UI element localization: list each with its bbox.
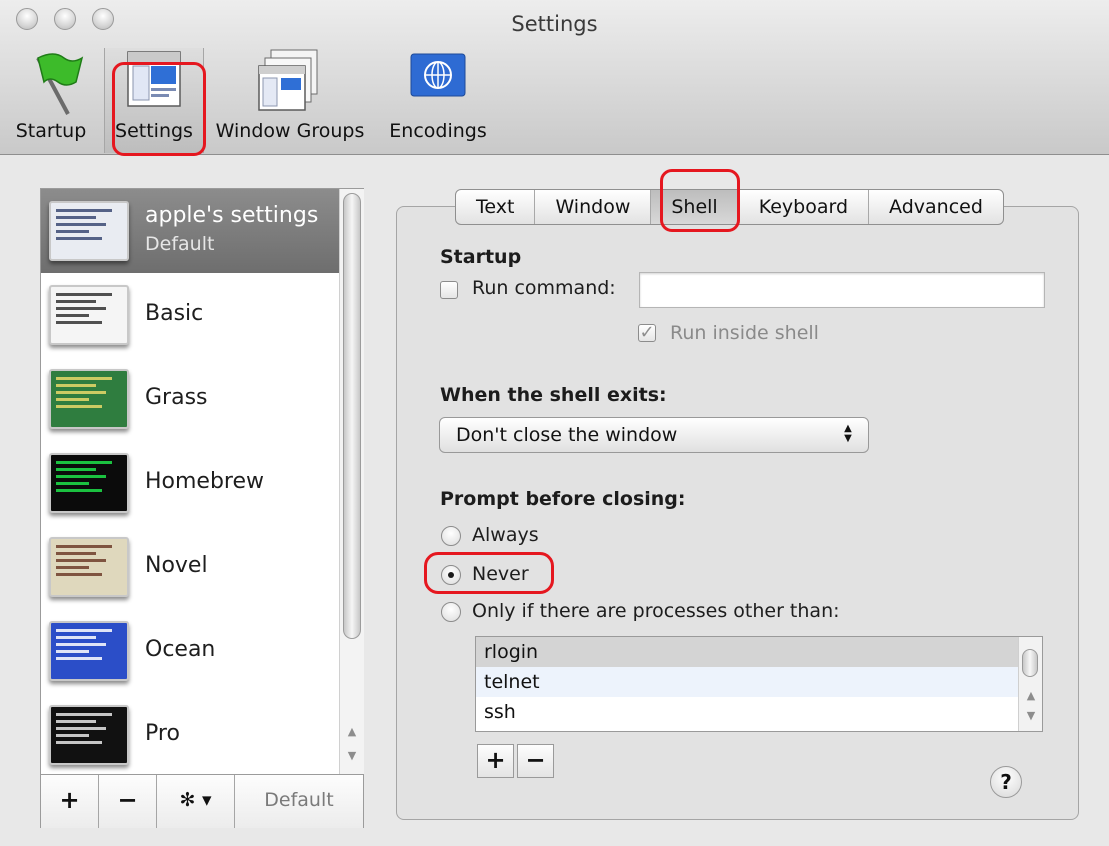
toolbar-settings[interactable]: Settings xyxy=(104,48,204,153)
profile-item[interactable]: Novel xyxy=(41,525,339,609)
profile-default-label: Default xyxy=(145,233,215,255)
process-scroll-up-icon[interactable]: ▲ xyxy=(1023,689,1039,702)
process-row[interactable]: telnet xyxy=(476,667,1042,697)
tab-shell[interactable]: Shell xyxy=(651,190,739,224)
window-title: Settings xyxy=(511,12,598,36)
profile-item[interactable]: Basic xyxy=(41,273,339,357)
startup-section-header: Startup xyxy=(440,246,522,268)
profile-name: Basic xyxy=(145,301,204,326)
toolbar-encodings-label: Encodings xyxy=(389,120,487,142)
profile-name: Novel xyxy=(145,553,208,578)
profile-thumbnail xyxy=(49,369,129,429)
toolbar-startup[interactable]: Startup xyxy=(4,48,98,153)
profile-list-scrollbar[interactable]: ▲ ▼ xyxy=(339,189,364,774)
run-inside-shell-label: Run inside shell xyxy=(670,322,819,344)
toolbar-window-groups[interactable]: Window Groups xyxy=(206,48,374,153)
scrollbar-thumb[interactable] xyxy=(343,193,361,639)
profile-name: apple's settings xyxy=(145,203,319,228)
toolbar-encodings[interactable]: Encodings xyxy=(384,48,492,153)
profile-name: Pro xyxy=(145,721,180,746)
process-list-scrollbar[interactable]: ▲ ▼ xyxy=(1018,637,1042,731)
profile-item[interactable]: Homebrew xyxy=(41,441,339,525)
tab-window[interactable]: Window xyxy=(535,190,652,224)
process-scroll-down-icon[interactable]: ▼ xyxy=(1023,709,1039,722)
radio-only-if-processes[interactable] xyxy=(441,602,461,622)
process-scrollbar-thumb[interactable] xyxy=(1022,649,1038,677)
profile-thumbnail xyxy=(49,201,129,261)
toolbar-startup-label: Startup xyxy=(15,120,87,142)
shell-exit-selected-value: Don't close the window xyxy=(456,424,678,446)
tab-keyboard[interactable]: Keyboard xyxy=(739,190,870,224)
profile-thumbnail xyxy=(49,621,129,681)
profile-list[interactable]: apple's settings Default Basic Grass Homebre… xyxy=(41,189,339,774)
default-profile-button[interactable]: Default xyxy=(235,775,363,828)
run-command-checkbox[interactable] xyxy=(440,281,458,299)
settings-tabbar: Text Window Shell Keyboard Advanced xyxy=(455,189,1004,225)
remove-profile-button[interactable]: − xyxy=(99,775,157,828)
help-button[interactable]: ? xyxy=(990,766,1022,798)
radio-always[interactable] xyxy=(441,526,461,546)
tab-text[interactable]: Text xyxy=(456,190,536,224)
profile-thumbnail xyxy=(49,537,129,597)
radio-never-label: Never xyxy=(472,563,529,585)
title-toolbar: Settings Startup Settings Window Groups … xyxy=(0,0,1109,155)
profile-item[interactable]: Pro xyxy=(41,693,339,774)
add-process-button[interactable]: + xyxy=(477,744,514,778)
settings-window: Settings Startup Settings Window Groups … xyxy=(0,0,1109,846)
profile-name: Homebrew xyxy=(145,469,265,494)
add-profile-button[interactable]: + xyxy=(41,775,99,828)
scroll-down-icon[interactable]: ▼ xyxy=(344,749,360,762)
settings-window-icon xyxy=(127,51,181,107)
process-row[interactable]: ssh xyxy=(476,697,1042,727)
run-inside-shell-checkbox[interactable]: ✓ xyxy=(638,324,656,342)
process-row[interactable]: rlogin xyxy=(476,637,1042,667)
prompt-before-closing-header: Prompt before closing: xyxy=(440,488,686,510)
profile-name: Grass xyxy=(145,385,208,410)
shell-exit-popup[interactable]: Don't close the window ▲ ▼ xyxy=(439,417,869,453)
green-flag-icon xyxy=(36,53,84,115)
run-command-field[interactable] xyxy=(639,272,1045,308)
scroll-up-icon[interactable]: ▲ xyxy=(344,725,360,738)
tab-advanced[interactable]: Advanced xyxy=(869,190,1003,224)
profile-item[interactable]: Ocean xyxy=(41,609,339,693)
remove-process-button[interactable]: − xyxy=(517,744,554,778)
profile-item[interactable]: apple's settings Default xyxy=(41,189,339,273)
radio-always-label: Always xyxy=(472,524,539,546)
profile-name: Ocean xyxy=(145,637,216,662)
profile-item[interactable]: Grass xyxy=(41,357,339,441)
profile-thumbnail xyxy=(49,453,129,513)
toolbar-window-groups-label: Window Groups xyxy=(215,120,365,142)
toolbar-settings-label: Settings xyxy=(115,120,193,142)
window-groups-icon xyxy=(258,49,318,111)
radio-never[interactable] xyxy=(441,565,461,585)
globe-flag-icon xyxy=(410,53,466,97)
profile-list-panel: apple's settings Default Basic Grass Homebre… xyxy=(40,188,364,828)
profile-thumbnail xyxy=(49,705,129,765)
radio-only-if-processes-label: Only if there are processes other than: xyxy=(472,600,840,622)
popup-stepper-icon: ▲ ▼ xyxy=(844,423,852,444)
profile-list-footer: + − ✻ ▾ Default xyxy=(41,774,363,828)
profile-action-menu-button[interactable]: ✻ ▾ xyxy=(157,775,235,828)
run-command-label: Run command: xyxy=(472,277,616,299)
process-list[interactable]: rlogin telnet ssh ▲ ▼ xyxy=(475,636,1043,732)
profile-thumbnail xyxy=(49,285,129,345)
shell-exits-header: When the shell exits: xyxy=(440,384,667,406)
radio-selected-dot xyxy=(448,572,454,578)
